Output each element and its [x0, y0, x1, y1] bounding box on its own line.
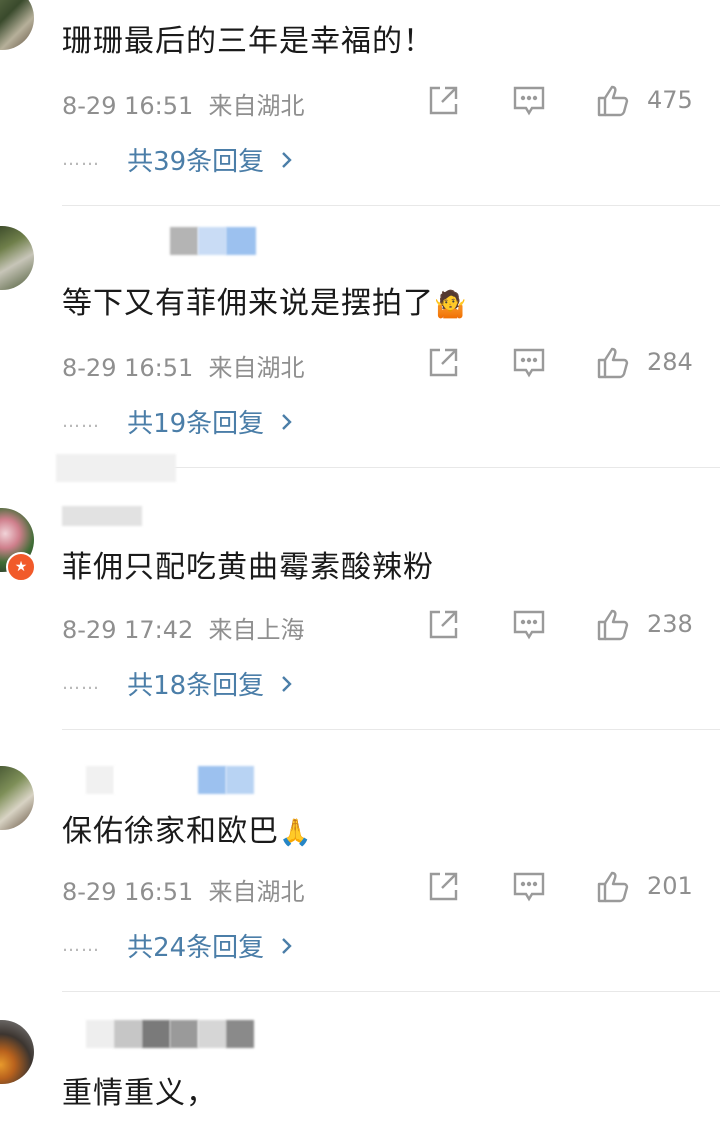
comment-icon[interactable]	[512, 84, 546, 118]
dots: ……	[62, 149, 100, 170]
dots: ……	[62, 411, 100, 432]
replies-row: …… 共24条回复	[62, 927, 293, 963]
thumbs-up-icon[interactable]	[596, 84, 630, 118]
verified-badge-icon: ★	[6, 552, 36, 582]
share-icon[interactable]	[426, 608, 460, 642]
shrug-emoji: 🤷	[434, 290, 468, 320]
divider	[62, 729, 720, 730]
chevron-right-icon[interactable]	[281, 412, 293, 432]
replies-row: …… 共39条回复	[62, 141, 293, 177]
comment-actions: 238	[0, 608, 720, 642]
comment-text: 菲佣只配吃黄曲霉素酸辣粉	[62, 550, 434, 585]
user-avatar[interactable]	[0, 226, 34, 290]
chevron-right-icon[interactable]	[281, 674, 293, 694]
comment-actions: 475	[0, 84, 720, 118]
username-blurred[interactable]	[86, 1020, 254, 1048]
like-count: 284	[647, 348, 693, 376]
user-avatar[interactable]	[0, 1020, 34, 1084]
username-blurred[interactable]	[170, 227, 256, 255]
comment-icon[interactable]	[512, 346, 546, 380]
thumbs-up-icon[interactable]	[596, 870, 630, 904]
comment-icon[interactable]	[512, 870, 546, 904]
view-replies-link[interactable]: 共18条回复	[127, 671, 264, 701]
thumbs-up-icon[interactable]	[596, 346, 630, 380]
share-icon[interactable]	[426, 870, 460, 904]
share-icon[interactable]	[426, 346, 460, 380]
comment-text-body: 等下又有菲佣来说是摆拍了	[62, 286, 434, 321]
comment-actions: 201	[0, 870, 720, 904]
comment-text: 珊珊最后的三年是幸福的！	[62, 24, 434, 59]
divider	[62, 205, 720, 206]
comment-icon[interactable]	[512, 608, 546, 642]
user-avatar[interactable]	[0, 766, 34, 830]
comment-actions: 284	[0, 346, 720, 380]
comment-text: 等下又有菲佣来说是摆拍了🤷	[62, 278, 467, 322]
user-avatar[interactable]	[0, 0, 34, 50]
comment-text-body: 保佑徐家和欧巴	[62, 814, 279, 849]
chevron-right-icon[interactable]	[281, 936, 293, 956]
replies-row: …… 共18条回复	[62, 665, 293, 701]
dots: ……	[62, 935, 100, 956]
view-replies-link[interactable]: 共39条回复	[127, 147, 264, 177]
share-icon[interactable]	[426, 84, 460, 118]
like-count: 238	[647, 610, 693, 638]
pray-emoji: 🙏	[279, 818, 313, 848]
divider	[62, 991, 720, 992]
like-count: 475	[647, 86, 693, 114]
view-replies-link[interactable]: 共24条回复	[127, 933, 264, 963]
dots: ……	[62, 673, 100, 694]
comment-text: 保佑徐家和欧巴🙏	[62, 806, 312, 850]
username-blurred[interactable]	[86, 766, 254, 794]
view-replies-link[interactable]: 共19条回复	[127, 409, 264, 439]
username-blurred[interactable]	[56, 454, 176, 482]
like-count: 201	[647, 872, 693, 900]
thumbs-up-icon[interactable]	[596, 608, 630, 642]
username-blurred-2[interactable]	[62, 506, 142, 526]
chevron-right-icon[interactable]	[281, 150, 293, 170]
replies-row: …… 共19条回复	[62, 403, 293, 439]
comment-text: 重情重义，	[62, 1076, 217, 1111]
